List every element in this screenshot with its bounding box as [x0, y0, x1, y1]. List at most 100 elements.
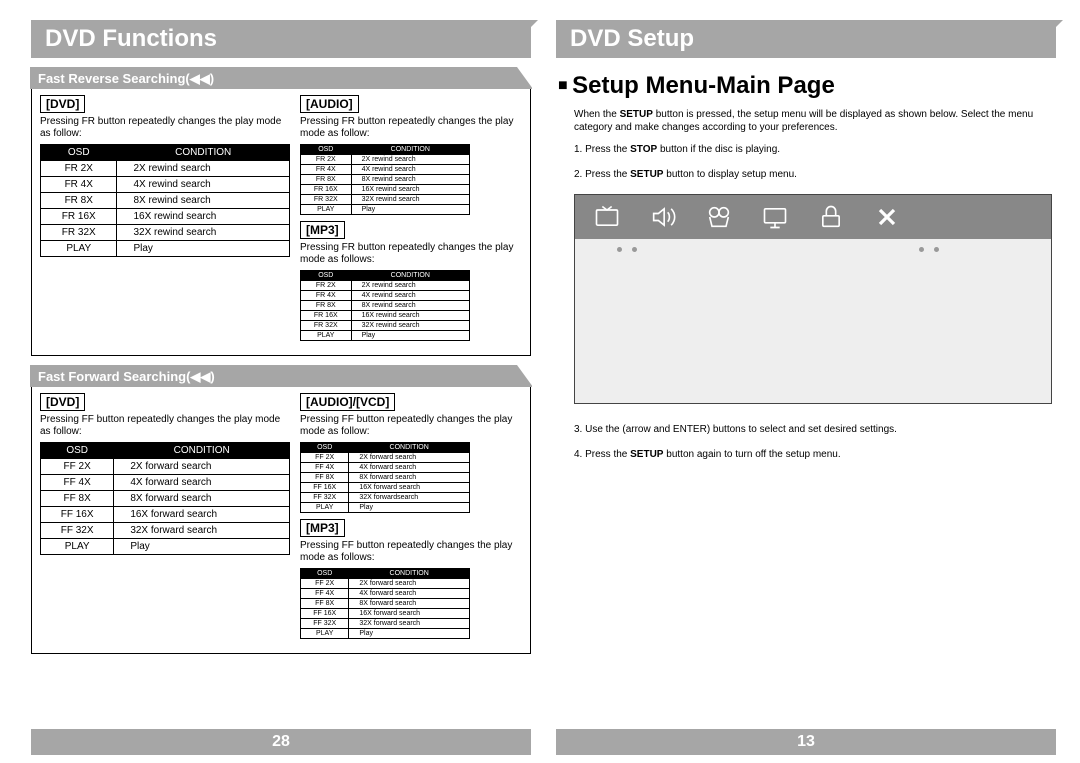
desc-text: Pressing FF button repeatedly changes th…: [300, 414, 522, 438]
table-row: FR 8X8X rewind search: [301, 175, 470, 185]
table-header: OSD: [41, 145, 117, 161]
title-dvd-functions: DVD Functions: [31, 20, 531, 58]
table-row: FF 2X2X forward search: [41, 459, 290, 475]
section-box: Fast Reverse Searching(◀◀) [DVD] Pressing …: [31, 68, 531, 356]
table-row: FR 16X16X rewind search: [41, 209, 290, 225]
table-row: PLAYPlay: [301, 205, 470, 215]
film-icon: [705, 203, 733, 231]
osd-table: OSDCONDITIONFR 2X2X rewind searchFR 4X4X…: [300, 270, 470, 341]
table-row: FR 4X4X rewind search: [301, 165, 470, 175]
section-box: Fast Forward Searching(◀◀) [DVD] Pressing …: [31, 366, 531, 654]
table-row: PLAYPlay: [301, 629, 470, 639]
table-row: FF 4X4X forward search: [301, 589, 470, 599]
setup-step-4: 4. Press the SETUP button again to turn …: [574, 449, 1052, 460]
table-row: FF 8X8X forward search: [301, 473, 470, 483]
main-col: [DVD] Pressing FF button repeatedly chang…: [40, 393, 290, 645]
format-label: [AUDIO]: [300, 95, 359, 113]
table-row: FF 32X32X forwardsearch: [301, 493, 470, 503]
table-header: CONDITION: [117, 145, 290, 161]
main-col: [DVD] Pressing FR button repeatedly chang…: [40, 95, 290, 347]
setup-heading: Setup Menu-Main Page: [558, 72, 1056, 100]
section-stripe: Fast Forward Searching(◀◀): [30, 365, 532, 387]
format-label: [DVD]: [40, 95, 85, 113]
osd-table: OSDCONDITIONFF 2X2X forward searchFF 4X4…: [40, 442, 290, 555]
menu-dots-left: [575, 239, 1051, 252]
table-row: FR 2X2X rewind search: [41, 161, 290, 177]
page-left: DVD Functions Fast Reverse Searching(◀◀)…: [31, 20, 531, 763]
table-row: FF 16X16X forward search: [301, 483, 470, 493]
setup-step-2: 2. Press the SETUP button to display set…: [574, 169, 1052, 180]
tv-icon: [593, 203, 621, 231]
side-group: [AUDIO]/[VCD] Pressing FF button repeated…: [300, 393, 522, 513]
format-label: [MP3]: [300, 221, 345, 239]
table-row: FR 16X16X rewind search: [301, 311, 470, 321]
footer-left: 28: [31, 729, 531, 755]
table-row: PLAYPlay: [301, 331, 470, 341]
table-header: OSD: [41, 443, 114, 459]
table-header: CONDITION: [351, 145, 469, 155]
osd-table: OSDCONDITIONFR 2X2X rewind searchFR 4X4X…: [300, 144, 470, 215]
side-group: [MP3] Pressing FF button repeatedly chang…: [300, 519, 522, 639]
desc-text: Pressing FR button repeatedly changes th…: [40, 116, 290, 140]
table-row: FF 4X4X forward search: [301, 463, 470, 473]
table-row: FR 32X32X rewind search: [301, 321, 470, 331]
osd-table: OSDCONDITIONFF 2X2X forward searchFF 4X4…: [300, 442, 470, 513]
table-row: FF 8X8X forward search: [301, 599, 470, 609]
table-row: FR 32X32X rewind search: [301, 195, 470, 205]
speaker-icon: [649, 203, 677, 231]
table-row: PLAYPlay: [41, 539, 290, 555]
desc-text: Pressing FF button repeatedly changes th…: [300, 540, 522, 564]
lock-icon: [817, 203, 845, 231]
title-dvd-setup: DVD Setup: [556, 20, 1056, 58]
desc-text: Pressing FF button repeatedly changes th…: [40, 414, 290, 438]
table-header: CONDITION: [114, 443, 290, 459]
table-row: FR 16X16X rewind search: [301, 185, 470, 195]
table-row: FR 32X32X rewind search: [41, 225, 290, 241]
table-header: OSD: [301, 271, 352, 281]
menu-icon-row: [575, 195, 1051, 239]
table-row: FR 2X2X rewind search: [301, 155, 470, 165]
setup-step-1: 1. Press the STOP button if the disc is …: [574, 144, 1052, 155]
format-label: [DVD]: [40, 393, 85, 411]
table-header: CONDITION: [351, 271, 469, 281]
table-row: FF 4X4X forward search: [41, 475, 290, 491]
section-stripe: Fast Reverse Searching(◀◀): [30, 67, 532, 89]
format-label: [MP3]: [300, 519, 345, 537]
table-row: FR 4X4X rewind search: [301, 291, 470, 301]
page-num-left: 28: [31, 729, 531, 755]
close-icon: [873, 203, 901, 231]
table-row: FF 32X32X forward search: [301, 619, 470, 629]
table-row: FF 32X32X forward search: [41, 523, 290, 539]
side-col: [AUDIO] Pressing FR button repeatedly cha…: [300, 95, 522, 347]
page-right: DVD Setup Setup Menu-Main Page When the …: [556, 20, 1056, 763]
table-header: OSD: [301, 569, 349, 579]
page-num-right: 13: [556, 729, 1056, 755]
osd-table: OSDCONDITIONFR 2X2X rewind searchFR 4X4X…: [40, 144, 290, 257]
table-row: FR 4X4X rewind search: [41, 177, 290, 193]
table-row: FF 16X16X forward search: [301, 609, 470, 619]
footer-right: 13: [556, 729, 1056, 755]
menu-dots-right: [877, 239, 939, 252]
table-header: CONDITION: [349, 443, 470, 453]
table-row: FR 8X8X rewind search: [301, 301, 470, 311]
table-header: CONDITION: [349, 569, 470, 579]
format-label: [AUDIO]/[VCD]: [300, 393, 395, 411]
table-header: OSD: [301, 443, 349, 453]
desc-text: Pressing FR button repeatedly changes th…: [300, 116, 522, 140]
table-row: PLAYPlay: [301, 503, 470, 513]
table-row: FR 8X8X rewind search: [41, 193, 290, 209]
setup-intro: When the SETUP button is pressed, the se…: [574, 108, 1052, 134]
desc-text: Pressing FR button repeatedly changes th…: [300, 242, 522, 266]
side-col: [AUDIO]/[VCD] Pressing FF button repeated…: [300, 393, 522, 645]
table-row: FF 2X2X forward search: [301, 579, 470, 589]
setup-step-3: 3. Use the (arrow and ENTER) buttons to …: [574, 424, 1052, 435]
table-header: OSD: [301, 145, 352, 155]
side-group: [MP3] Pressing FR button repeatedly chang…: [300, 221, 522, 341]
setup-menu-graphic: [574, 194, 1052, 404]
table-row: FF 2X2X forward search: [301, 453, 470, 463]
display-icon: [761, 203, 789, 231]
table-row: FF 16X16X forward search: [41, 507, 290, 523]
side-group: [AUDIO] Pressing FR button repeatedly cha…: [300, 95, 522, 215]
table-row: PLAYPlay: [41, 241, 290, 257]
table-row: FR 2X2X rewind search: [301, 281, 470, 291]
